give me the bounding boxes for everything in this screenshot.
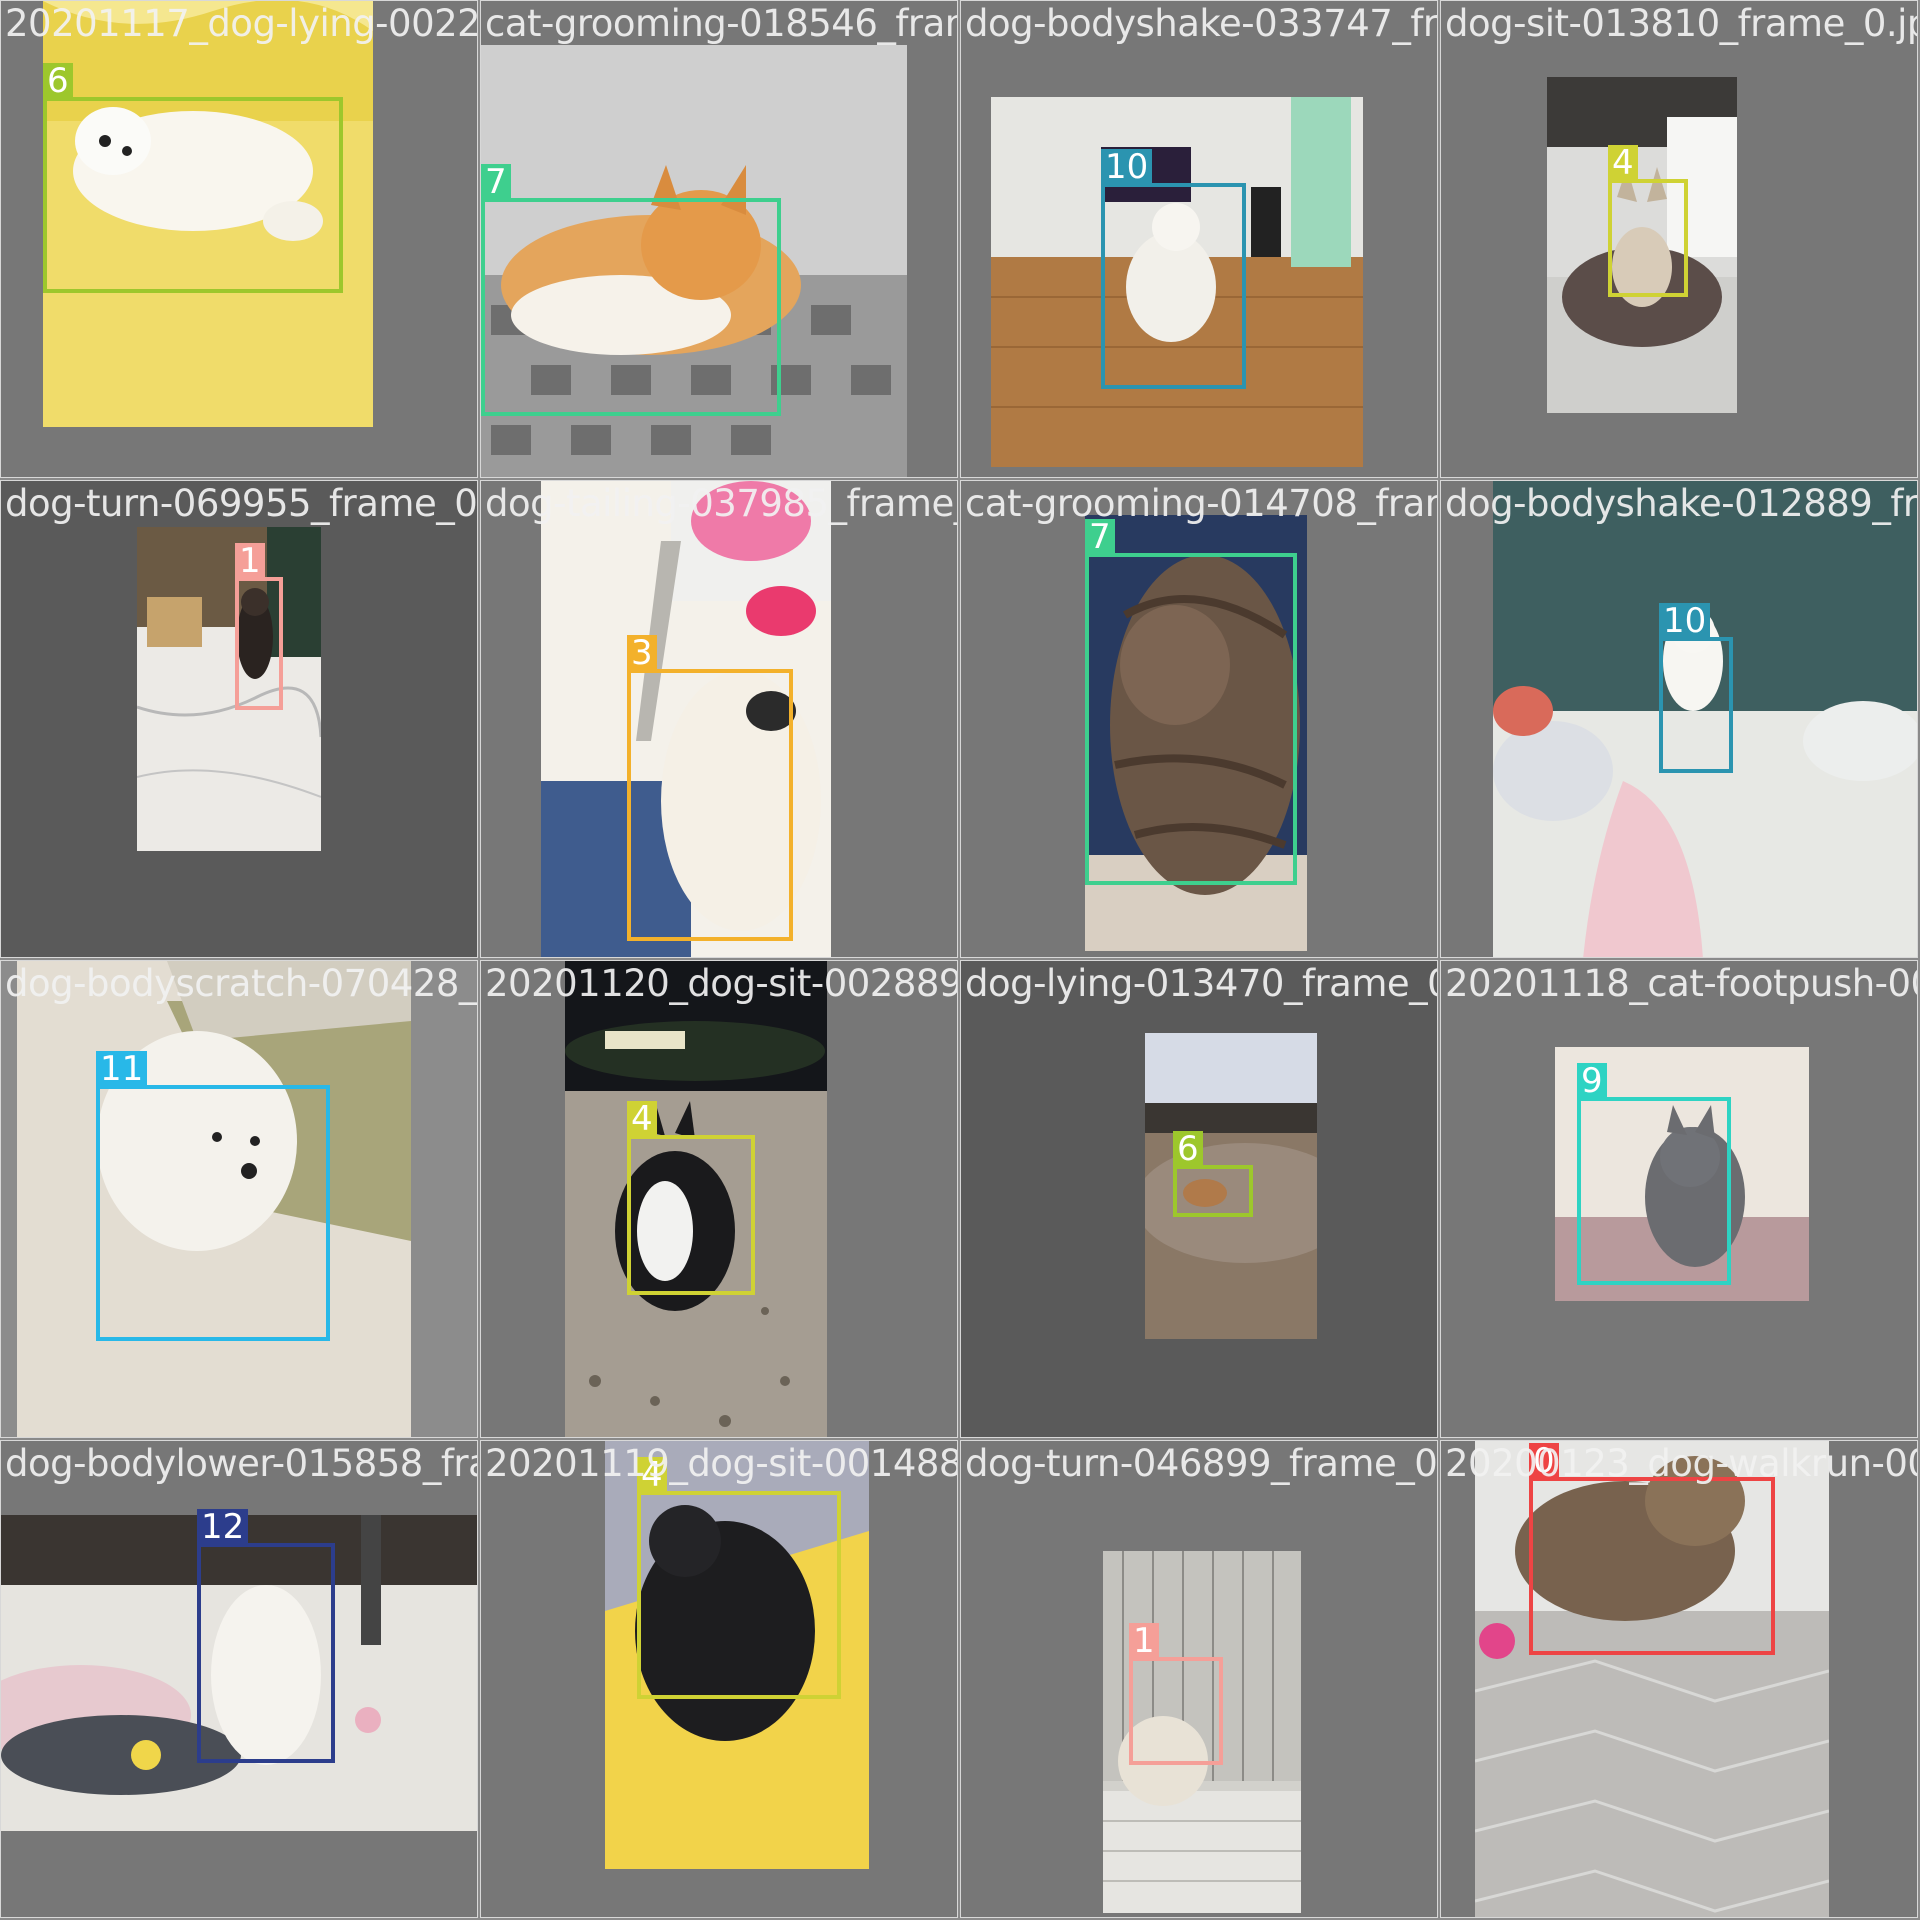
detection-box[interactable]: 3 (627, 635, 793, 941)
tile-photo (137, 527, 321, 851)
detection-box[interactable]: 6 (1173, 1131, 1253, 1217)
image-filename: dog-lying-013470_frame_0.jpg (965, 962, 1437, 1005)
grid-tile[interactable]: 4 20201120_dog-sit-002889.mp4_frame_0.jp… (480, 960, 958, 1438)
grid-tile[interactable]: 0 20200123_dog-walkrun-003 (1440, 1440, 1918, 1918)
class-label: 1 (235, 543, 265, 579)
detection-box[interactable]: 9 (1577, 1063, 1731, 1285)
class-label: 1 (1129, 1623, 1159, 1659)
grid-tile[interactable]: 11 dog-bodyscratch-070428_frame_0.jpg (0, 960, 478, 1438)
grid-tile[interactable]: 12 dog-bodylower-015858_frame_0.jpg (0, 1440, 478, 1918)
detection-box[interactable]: 6 (43, 63, 343, 293)
class-label: 7 (1085, 519, 1115, 555)
class-label: 9 (1577, 1063, 1607, 1099)
image-filename: dog-sit-013810_frame_0.jpg (1445, 2, 1918, 45)
class-label: 6 (1173, 1131, 1203, 1167)
detection-box[interactable]: 1 (235, 543, 283, 710)
grid-tile[interactable]: 10 dog-bodyshake-012889_frame_0.jpg (1440, 480, 1918, 958)
detection-box[interactable]: 0 (1529, 1443, 1775, 1655)
grid-tile[interactable]: 4 20201119_dog-sit-001488.mp4_frame_0.jp… (480, 1440, 958, 1918)
detection-box[interactable]: 4 (627, 1101, 755, 1295)
class-label: 3 (627, 635, 657, 671)
image-filename: dog-turn-069955_frame_0.jpg (5, 482, 478, 525)
class-label: 4 (637, 1457, 667, 1493)
detection-box[interactable]: 4 (1608, 145, 1688, 297)
grid-tile[interactable]: 4 dog-sit-013810_frame_0.jpg (1440, 0, 1918, 478)
detection-box[interactable]: 11 (96, 1051, 330, 1341)
image-filename: dog-turn-046899_frame_0.jpg (965, 1442, 1438, 1485)
class-label: 4 (627, 1101, 657, 1137)
class-label: 10 (1101, 149, 1153, 185)
grid-tile[interactable]: 6 dog-lying-013470_frame_0.jpg (960, 960, 1438, 1438)
detection-box[interactable]: 7 (481, 164, 781, 416)
image-filename: dog-bodyshake-033747_frame_0.jpg (965, 2, 1438, 45)
class-label: 7 (481, 164, 511, 200)
detection-box[interactable]: 10 (1101, 149, 1246, 389)
image-grid: 6 20201117_dog-lying-002273.mp4_frame_0.… (0, 0, 1920, 1920)
grid-tile[interactable]: 1 dog-turn-046899_frame_0.jpg (960, 1440, 1438, 1918)
grid-tile[interactable]: 10 dog-bodyshake-033747_frame_0.jpg (960, 0, 1438, 478)
image-filename: cat-grooming-018546_frame_0.jpg (485, 2, 957, 45)
image-filename: dog-bodylower-015858_frame_0.jpg (5, 1442, 478, 1485)
class-label: 12 (197, 1509, 249, 1545)
detection-box[interactable]: 4 (637, 1457, 841, 1699)
detection-box[interactable]: 10 (1659, 603, 1733, 773)
image-filename: 20201118_cat-footpush-000 (1445, 962, 1918, 1005)
class-label: 6 (43, 63, 73, 99)
class-label: 11 (96, 1051, 148, 1087)
class-label: 0 (1529, 1443, 1559, 1479)
grid-tile[interactable]: 1 dog-turn-069955_frame_0.jpg (0, 480, 478, 958)
grid-tile[interactable]: 7 cat-grooming-018546_frame_0.jpg (480, 0, 958, 478)
detection-box[interactable]: 7 (1085, 519, 1297, 885)
grid-tile[interactable]: 9 20201118_cat-footpush-000 (1440, 960, 1918, 1438)
grid-tile[interactable]: 6 20201117_dog-lying-002273.mp4_frame_0.… (0, 0, 478, 478)
detection-box[interactable]: 1 (1129, 1623, 1223, 1765)
class-label: 4 (1608, 145, 1638, 181)
detection-box[interactable]: 12 (197, 1509, 335, 1763)
class-label: 10 (1659, 603, 1711, 639)
grid-tile[interactable]: 3 dog-tailing-037985_frame_10.jpg (480, 480, 958, 958)
grid-tile[interactable]: 7 cat-grooming-014708_frame_12.jpg (960, 480, 1438, 958)
